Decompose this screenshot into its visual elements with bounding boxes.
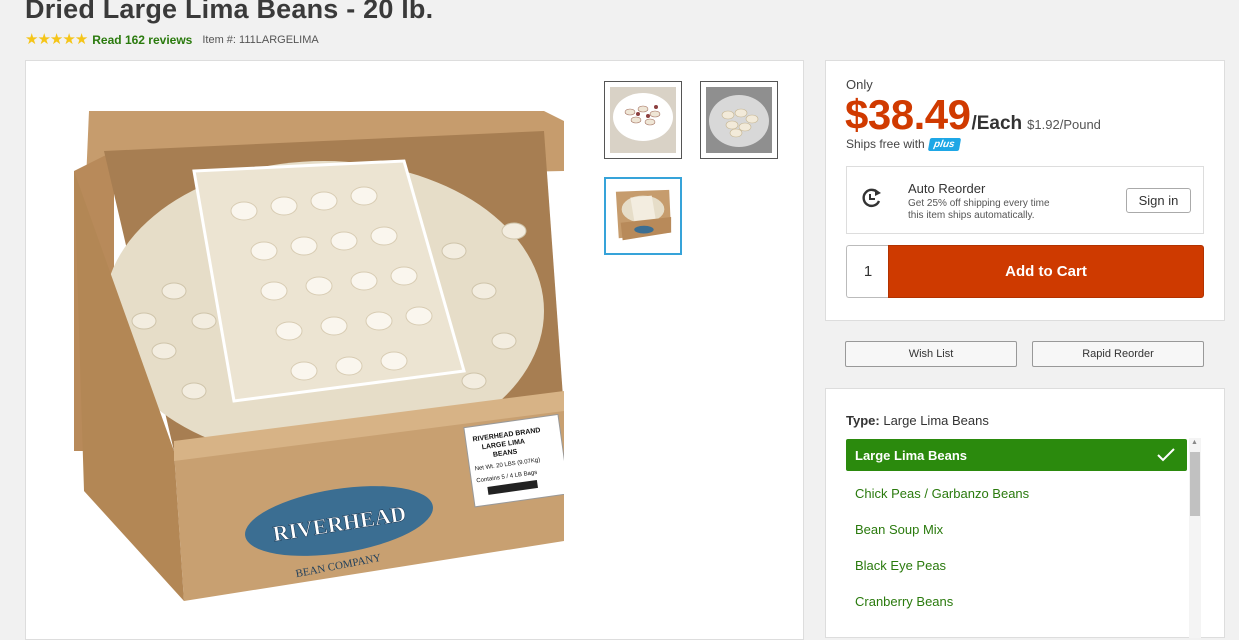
quantity-input[interactable]: 1 — [846, 245, 889, 298]
unit-price: $1.92/Pound — [1027, 117, 1101, 132]
star-icon: ★ — [37, 31, 51, 48]
price-per: /Each — [971, 113, 1023, 134]
plus-badge[interactable]: plus — [927, 137, 961, 151]
bean-bowl-thumb-image — [610, 87, 676, 153]
item-number: Item #: 111LARGELIMA — [202, 34, 319, 46]
image-gallery: RIVERHEAD BEAN COMPANY RIVERHEAD BRAND L… — [25, 60, 804, 640]
product-image[interactable]: RIVERHEAD BEAN COMPANY RIVERHEAD BRAND L… — [74, 111, 564, 601]
checkmark-icon — [1157, 448, 1175, 462]
ships-free: Ships free with plus — [846, 137, 961, 151]
lima-bowl-thumb-image — [706, 87, 772, 153]
type-option-label: Large Lima Beans — [855, 447, 967, 463]
product-title: Dried Large Lima Beans - 20 lb. — [25, 0, 434, 24]
reviews-link[interactable]: Read 162 reviews — [92, 33, 192, 47]
only-label: Only — [846, 77, 873, 92]
type-selector-card: Type: Large Lima Beans Large Lima Beans … — [825, 388, 1225, 638]
auto-reorder-desc-line: this item ships automatically. — [908, 210, 1035, 221]
type-label-value: Large Lima Beans — [883, 413, 989, 428]
price: $38.49 — [845, 91, 971, 138]
add-to-cart-button[interactable]: Add to Cart — [888, 245, 1204, 298]
ships-free-text: Ships free with — [846, 137, 925, 151]
star-icon: ★ — [62, 31, 76, 48]
scroll-up-icon[interactable]: ▲ — [1191, 439, 1198, 446]
type-label: Type: Large Lima Beans — [846, 413, 989, 428]
type-scrollbar[interactable]: ▲ — [1189, 438, 1201, 638]
star-icon: ★ — [49, 31, 64, 48]
thumbnail-box[interactable] — [604, 177, 682, 255]
auto-reorder-icon — [862, 188, 881, 208]
price-row: $38.49 /Each $1.92/Pound — [845, 91, 1101, 139]
auto-reorder-desc: Get 25% off shipping every time this ite… — [908, 198, 1098, 222]
type-option-cranberry[interactable]: Cranberry Beans — [846, 583, 1187, 619]
type-options: Large Lima Beans Chick Peas / Garbanzo B… — [846, 439, 1187, 619]
type-option-black-eye[interactable]: Black Eye Peas — [846, 547, 1187, 583]
type-option-large-lima[interactable]: Large Lima Beans — [846, 439, 1187, 471]
rating-stars: ★ ★ ★ ★ ★ — [25, 31, 89, 48]
auto-reorder-title: Auto Reorder — [908, 181, 986, 196]
wish-list-button[interactable]: Wish List — [845, 341, 1017, 367]
product-meta: ★ ★ ★ ★ ★ Read 162 reviews Item #: 111LA… — [25, 31, 319, 48]
sign-in-button[interactable]: Sign in — [1126, 188, 1191, 213]
price-card: Only $38.49 /Each $1.92/Pound Ships free… — [825, 60, 1225, 321]
rapid-reorder-button[interactable]: Rapid Reorder — [1032, 341, 1204, 367]
type-label-key: Type: — [846, 413, 880, 428]
auto-reorder-desc-line: Get 25% off shipping every time — [908, 198, 1050, 209]
auto-reorder-box: Auto Reorder Get 25% off shipping every … — [846, 166, 1204, 234]
box-thumb-image — [611, 184, 675, 248]
type-option-chick-peas[interactable]: Chick Peas / Garbanzo Beans — [846, 475, 1187, 511]
thumbnail-lima-bowl[interactable] — [700, 81, 778, 159]
type-option-bean-soup[interactable]: Bean Soup Mix — [846, 511, 1187, 547]
star-icon: ★ — [25, 31, 39, 48]
scrollbar-thumb[interactable] — [1190, 452, 1200, 516]
star-icon: ★ — [74, 31, 89, 48]
thumbnail-beans-bowl[interactable] — [604, 81, 682, 159]
